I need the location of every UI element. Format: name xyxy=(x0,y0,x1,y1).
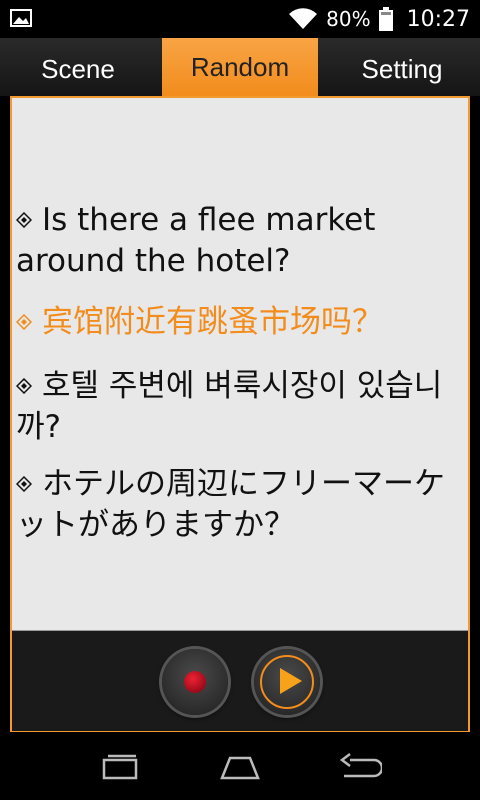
tab-scene[interactable]: Scene xyxy=(0,38,156,96)
phrase-japanese[interactable]: ホテルの周辺にフリーマーケットがありますか？ xyxy=(16,464,456,546)
status-bar: 80% 10:27 xyxy=(0,0,480,38)
wifi-icon xyxy=(289,8,318,29)
diamond-bullet-icon xyxy=(16,378,32,394)
phrase-chinese[interactable]: 宾馆附近有跳蚤市场吗？ xyxy=(16,302,456,343)
phrase-english[interactable]: Is there a flee market around the hotel? xyxy=(16,200,456,282)
tab-bar: Scene Random Setting xyxy=(0,38,480,96)
playback-controls xyxy=(10,630,470,733)
record-icon xyxy=(184,671,206,693)
play-icon xyxy=(280,668,302,694)
tab-random[interactable]: Random xyxy=(162,38,318,96)
home-icon[interactable] xyxy=(218,750,262,782)
clock: 10:27 xyxy=(406,6,470,32)
record-button[interactable] xyxy=(162,649,228,715)
battery-percent: 80% xyxy=(326,7,371,31)
play-button[interactable] xyxy=(254,649,320,715)
diamond-bullet-icon xyxy=(16,314,32,330)
tab-scene-label: Scene xyxy=(41,54,115,84)
phrase-korean[interactable]: 호텔 주변에 벼룩시장이 있습니까? xyxy=(16,366,456,448)
diamond-bullet-icon xyxy=(16,212,32,228)
back-icon[interactable] xyxy=(338,750,382,782)
recents-icon[interactable] xyxy=(98,750,142,782)
navigation-bar xyxy=(0,732,480,800)
tab-setting-label: Setting xyxy=(361,54,443,84)
phrase-chinese-text: 宾馆附近有跳蚤市场吗？ xyxy=(42,304,383,340)
gallery-icon xyxy=(10,9,32,27)
diamond-bullet-icon xyxy=(16,476,32,492)
battery-icon xyxy=(378,7,393,31)
phrase-japanese-text: ホテルの周辺にフリーマーケットがありますか？ xyxy=(16,466,445,543)
tab-random-label: Random xyxy=(190,52,290,82)
tab-setting[interactable]: Setting xyxy=(324,38,480,96)
phrase-english-text: Is there a flee market around the hotel? xyxy=(16,202,376,279)
phrase-panel: Is there a flee market around the hotel?… xyxy=(10,96,470,632)
phrase-korean-text: 호텔 주변에 벼룩시장이 있습니까? xyxy=(16,368,443,445)
